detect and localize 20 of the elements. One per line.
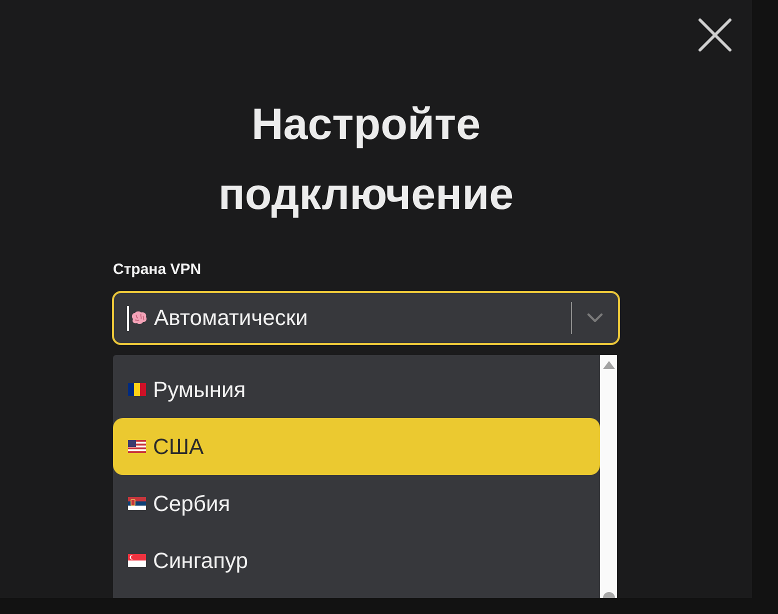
- close-button[interactable]: [698, 18, 732, 52]
- dropdown-option[interactable]: Сингапур: [113, 532, 600, 589]
- scroll-up-arrow-icon[interactable]: [602, 361, 614, 369]
- select-value: Автоматически: [154, 305, 308, 331]
- flag-icon: [128, 440, 146, 453]
- country-select[interactable]: Автоматически: [112, 291, 620, 345]
- dialog-title: Настройте подключение: [217, 99, 515, 221]
- dropdown-option[interactable]: Румыния: [113, 361, 600, 418]
- dropdown-option[interactable]: США: [113, 418, 600, 475]
- flag-icon: [128, 383, 146, 396]
- scrollbar-thumb[interactable]: [602, 592, 614, 598]
- close-icon: [698, 18, 732, 52]
- field-label: Страна VPN: [113, 261, 202, 279]
- flag-icon: [128, 554, 146, 567]
- flag-icon: [128, 497, 146, 510]
- chevron-down-icon[interactable]: [587, 313, 603, 323]
- brain-icon: [130, 311, 148, 325]
- text-cursor-icon: [127, 306, 129, 330]
- scrollbar[interactable]: [600, 355, 617, 598]
- dropdown-option[interactable]: Сербия: [113, 475, 600, 532]
